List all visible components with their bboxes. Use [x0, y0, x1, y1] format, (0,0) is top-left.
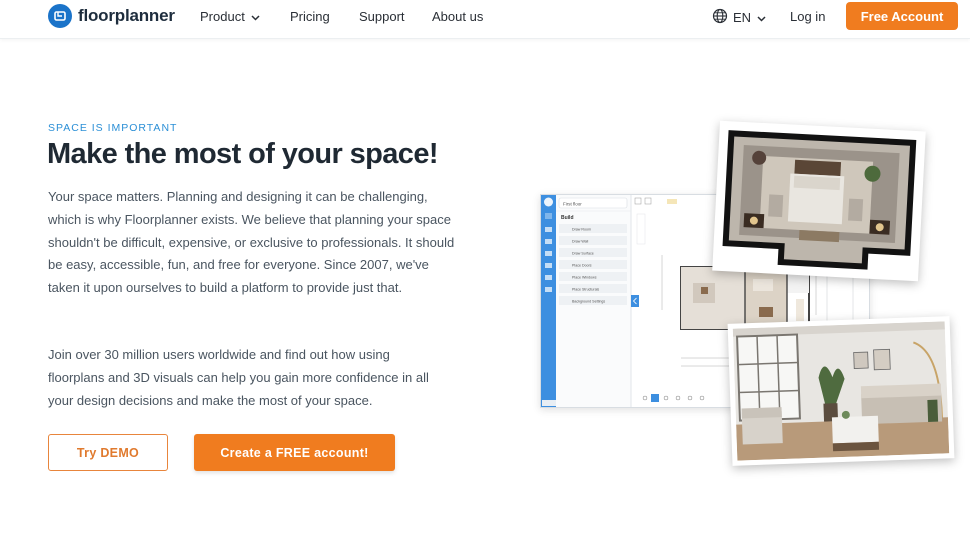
panel-item: Place Doors: [572, 264, 592, 268]
nav-about-us[interactable]: About us: [432, 9, 483, 24]
globe-icon: [712, 8, 728, 27]
hero-title: Make the most of your space!: [47, 138, 439, 170]
panel-item: Draw Room: [572, 228, 591, 232]
panel-item: Draw Surface: [572, 252, 594, 256]
floorplanner-logo-icon: [48, 4, 72, 28]
panel-title: Build: [561, 215, 574, 221]
nav-product[interactable]: Product: [200, 9, 260, 24]
top-navbar: floorplanner Product Pricing Support Abo…: [0, 0, 970, 39]
language-selector[interactable]: EN: [712, 8, 766, 27]
living-room-render-image: [727, 316, 955, 466]
3d-floorplan-render-image: [712, 120, 926, 282]
brand-name: floorplanner: [78, 6, 175, 25]
panel-item: Place Windows: [572, 276, 597, 280]
language-code: EN: [733, 10, 752, 25]
hero-illustration: First floor Build Draw Room Draw Wall Dr…: [536, 118, 970, 478]
create-free-account-button[interactable]: Create a FREE account!: [194, 434, 395, 471]
hero-paragraph-1: Your space matters. Planning and designi…: [48, 189, 455, 296]
3d-floorplan-render: [717, 125, 921, 277]
panel-item: Place Structurals: [572, 288, 599, 292]
chevron-down-icon: [251, 9, 260, 24]
hero-paragraph-2: Join over 30 million users worldwide and…: [48, 347, 429, 408]
nav-support[interactable]: Support: [359, 9, 405, 24]
chevron-down-icon: [757, 10, 766, 25]
free-account-button[interactable]: Free Account: [846, 2, 958, 30]
login-link[interactable]: Log in: [790, 9, 825, 24]
try-demo-button[interactable]: Try DEMO: [48, 434, 168, 471]
hero-eyebrow: SPACE IS IMPORTANT: [48, 122, 178, 134]
living-room-render: [732, 321, 950, 461]
panel-item: Background Settings: [572, 300, 605, 304]
brand-logo-link[interactable]: floorplanner: [48, 3, 175, 29]
floor-select-label: First floor: [563, 202, 582, 207]
nav-product-label: Product: [200, 9, 245, 24]
panel-item: Draw Wall: [572, 240, 588, 244]
nav-pricing[interactable]: Pricing: [290, 9, 330, 24]
panel-item-list: Draw Room Draw Wall Draw Surface Place D…: [559, 224, 627, 305]
